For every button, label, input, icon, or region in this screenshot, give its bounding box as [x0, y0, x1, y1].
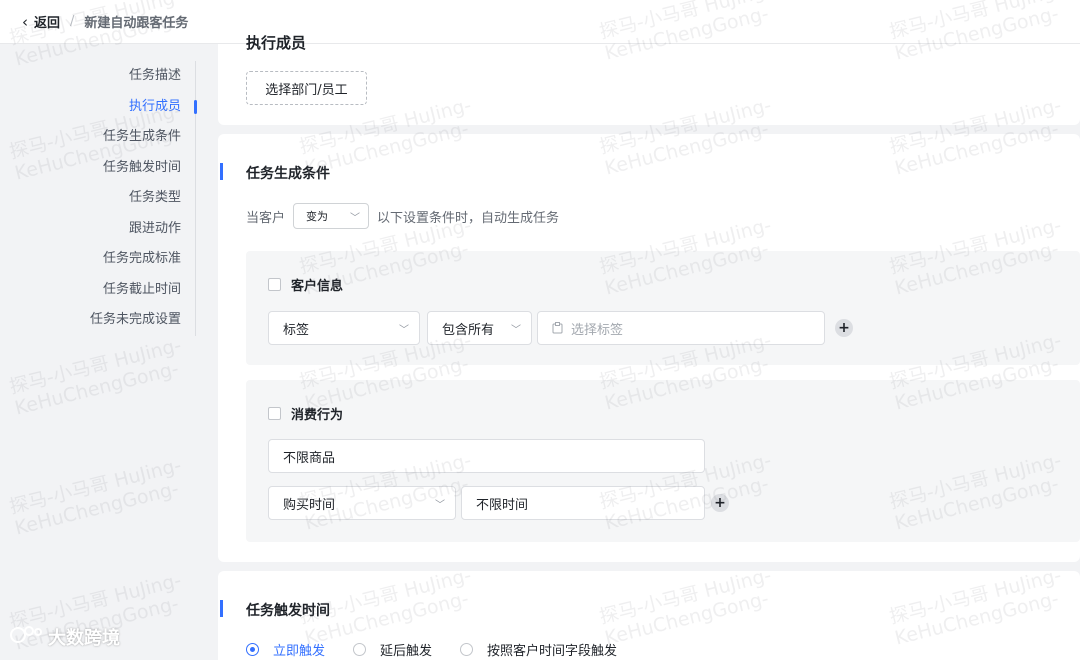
nav-item-trigger-time[interactable]: 任务触发时间	[90, 153, 181, 184]
add-consumption-condition-icon[interactable]: +	[711, 494, 729, 512]
nav-item-members[interactable]: 执行成员	[90, 92, 198, 123]
nav-item-task-type[interactable]: 任务类型	[90, 183, 181, 214]
consumption-panel: 消费行为 不限商品 购买时间 ﹀ 不限时间 +	[246, 380, 1080, 542]
nav-item-description[interactable]: 任务描述	[90, 61, 181, 92]
customer-field-select[interactable]: 标签 ﹀	[268, 311, 420, 345]
nav-item-completion-standard[interactable]: 任务完成标准	[90, 244, 181, 275]
trigger-time-card: 任务触发时间 立即触发 延后触发 按照客户时间字段触发	[218, 571, 1080, 660]
consumption-checkbox[interactable]	[268, 407, 281, 420]
anchor-list: 任务描述 执行成员 任务生成条件 任务触发时间 任务类型 跟进动作 任务完成标准…	[90, 61, 198, 336]
chevron-down-icon: ﹀	[350, 212, 361, 224]
members-card: 执行成员 选择部门/员工	[218, 34, 1080, 125]
trigger-option-immediate[interactable]: 立即触发	[246, 640, 325, 659]
radio-icon	[460, 643, 474, 656]
chevron-left-icon: ‹	[22, 12, 28, 31]
trigger-option-customer-time-field[interactable]: 按照客户时间字段触发	[460, 640, 617, 659]
chevron-down-icon: ﹀	[399, 324, 409, 336]
conditions-section-title: 任务生成条件	[220, 163, 330, 183]
members-section-title: 执行成员	[246, 34, 307, 50]
trigger-section-title: 任务触发时间	[220, 600, 330, 620]
purchase-time-value-select[interactable]: 不限时间	[461, 486, 705, 520]
page-title: 新建自动跟客任务	[84, 16, 189, 31]
trigger-options: 立即触发 延后触发 按照客户时间字段触发	[246, 640, 617, 659]
brand-logo-icon	[10, 626, 42, 643]
radio-icon	[246, 643, 259, 656]
customer-info-header: 客户信息	[268, 275, 343, 294]
customer-info-checkbox[interactable]	[268, 278, 281, 291]
chevron-down-icon: ﹀	[511, 324, 521, 336]
main-content: 执行成员 选择部门/员工 任务生成条件 当客户 变为 ﹀ 以下设置条件时，自动生…	[218, 34, 1080, 660]
add-condition-icon[interactable]: +	[835, 319, 853, 337]
breadcrumb-separator: /	[70, 14, 75, 29]
purchase-time-field-select[interactable]: 购买时间 ﹀	[268, 486, 456, 520]
customer-info-panel: 客户信息 标签 ﹀ 包含所有 ﹀ 选择标签 +	[246, 251, 1080, 365]
radio-icon	[353, 643, 367, 656]
top-header: ‹ 返回 / 新建自动跟客任务	[0, 0, 1080, 44]
nav-item-conditions[interactable]: 任务生成条件	[90, 122, 181, 153]
consumption-label: 消费行为	[291, 408, 344, 423]
condition-mode-select[interactable]: 变为 ﹀	[293, 203, 370, 229]
product-select[interactable]: 不限商品	[268, 439, 705, 473]
condition-prefix: 当客户	[246, 210, 286, 226]
nav-item-deadline[interactable]: 任务截止时间	[90, 275, 181, 306]
trigger-option-delayed[interactable]: 延后触发	[353, 640, 432, 659]
nav-item-follow-action[interactable]: 跟进动作	[90, 214, 181, 245]
consumption-header: 消费行为	[268, 404, 343, 423]
tag-select-input[interactable]: 选择标签	[537, 311, 825, 345]
conditions-card: 任务生成条件 当客户 变为 ﹀ 以下设置条件时，自动生成任务 客户信息 标签 ﹀…	[218, 134, 1080, 562]
nav-item-incomplete-settings[interactable]: 任务未完成设置	[90, 305, 181, 336]
brand-watermark: 大数跨境	[10, 624, 120, 650]
tag-icon	[552, 322, 563, 334]
back-label: 返回	[34, 16, 61, 31]
chevron-down-icon: ﹀	[435, 499, 445, 511]
condition-sentence: 当客户 变为 ﹀ 以下设置条件时，自动生成任务	[246, 203, 559, 229]
back-button[interactable]: ‹ 返回	[22, 12, 61, 32]
match-mode-select[interactable]: 包含所有 ﹀	[427, 311, 532, 345]
select-dept-staff-button[interactable]: 选择部门/员工	[246, 71, 367, 105]
customer-info-label: 客户信息	[291, 279, 344, 294]
condition-suffix: 以下设置条件时，自动生成任务	[377, 210, 560, 226]
side-anchor-nav: 任务描述 执行成员 任务生成条件 任务触发时间 任务类型 跟进动作 任务完成标准…	[0, 44, 218, 660]
